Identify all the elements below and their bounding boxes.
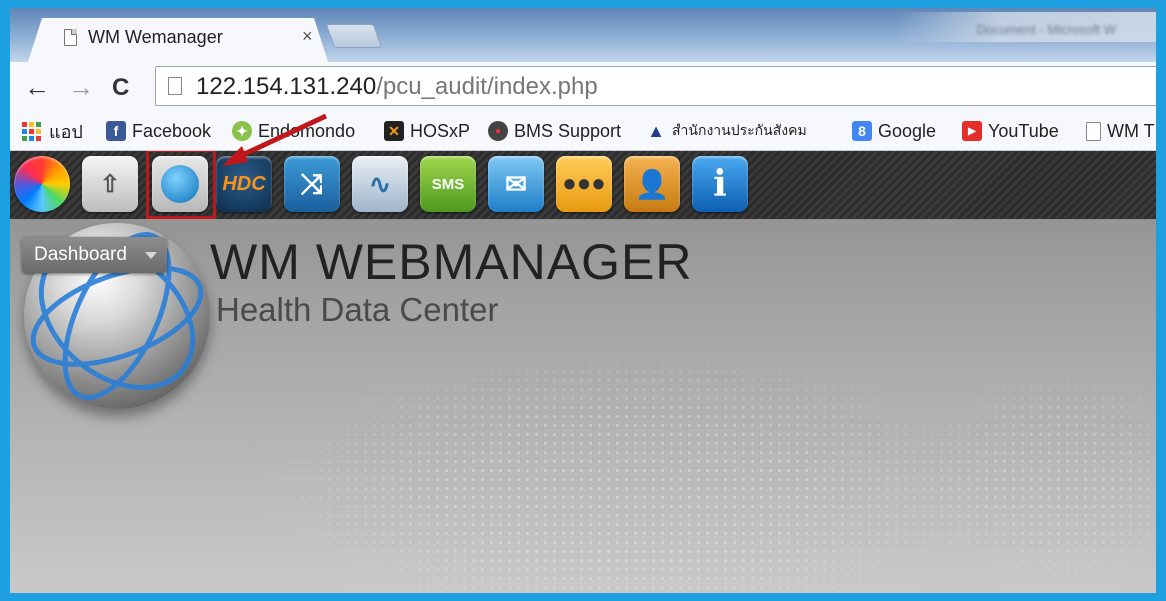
tab-close-icon[interactable]: ×: [302, 26, 313, 47]
address-bar[interactable]: 122.154.131.240/pcu_audit/index.php: [155, 66, 1156, 106]
bookmark-sso[interactable]: ▲ สำนักงานประกันสังคม: [646, 119, 807, 143]
monitor-pulse-icon[interactable]: ∿: [352, 156, 408, 212]
bookmarks-bar: แอป f Facebook ✦ Endomondo ✕ HOSxP ● BMS…: [10, 112, 1156, 151]
address-toolbar: ← → C 122.154.131.240/pcu_audit/index.ph…: [10, 62, 1156, 112]
bookmark-label: Google: [878, 120, 937, 141]
browser-window: WM Wemanager × Document - Microsoft W ← …: [10, 8, 1156, 593]
tab-strip: WM Wemanager × Document - Microsoft W: [10, 8, 1156, 62]
bookmark-endomondo[interactable]: ✦ Endomondo: [232, 119, 355, 143]
browser-tab[interactable]: WM Wemanager ×: [28, 18, 328, 62]
google-icon: 8: [852, 121, 872, 141]
page-icon: [1086, 121, 1101, 141]
facebook-icon: f: [106, 121, 126, 141]
bookmark-label: สำนักงานประกันสังคม: [672, 122, 807, 138]
page-icon: [64, 29, 77, 46]
bookmark-facebook[interactable]: f Facebook: [106, 119, 211, 143]
youtube-icon: ▶: [962, 121, 982, 141]
bookmark-label: Facebook: [132, 120, 212, 141]
users-group-icon[interactable]: ●●●: [556, 156, 612, 212]
url-text[interactable]: 122.154.131.240/pcu_audit/index.php: [196, 73, 598, 101]
bookmark-google[interactable]: 8 Google: [852, 119, 936, 143]
sso-icon: ▲: [647, 120, 665, 141]
url-host: 122.154.131.240: [196, 73, 377, 100]
app-icon-bar: ⇧ HDC ⤨ ∿ SMS ✉ ●●● 👤 i: [10, 151, 1156, 219]
url-path: /pcu_audit/index.php: [376, 73, 598, 100]
tab-title: WM Wemanager: [88, 27, 223, 47]
apps-icon: [22, 121, 41, 141]
bookmark-label: YouTube: [988, 120, 1059, 141]
bookmark-label: HOSxP: [410, 120, 471, 141]
new-tab-button[interactable]: [325, 24, 383, 48]
color-wheel-icon[interactable]: [14, 156, 70, 212]
hosxp-icon: ✕: [384, 121, 404, 141]
bookmark-label: BMS Support: [514, 120, 622, 141]
dashboard-label: Dashboard: [34, 244, 127, 265]
bms-icon: ●: [488, 121, 508, 141]
forward-button[interactable]: →: [68, 72, 94, 103]
chevron-down-icon: [144, 252, 157, 259]
bookmark-youtube[interactable]: ▶ YouTube: [962, 119, 1059, 143]
router-icon[interactable]: ⇧: [82, 156, 138, 212]
bookmark-label: WM T: [1107, 120, 1155, 141]
bookmark-label: Endomondo: [258, 120, 356, 141]
hdc-icon[interactable]: HDC: [216, 156, 272, 212]
back-button[interactable]: ←: [24, 72, 50, 103]
bookmark-bms[interactable]: ● BMS Support: [488, 119, 621, 143]
bookmark-apps[interactable]: แอป: [22, 119, 83, 143]
mail-icon[interactable]: ✉: [488, 156, 544, 212]
info-icon[interactable]: i: [692, 156, 748, 212]
sms-icon[interactable]: SMS: [420, 156, 476, 212]
bookmark-label: แอป: [49, 121, 83, 142]
page-icon: [168, 77, 182, 95]
endomondo-icon: ✦: [232, 121, 252, 141]
brand-title: WM WEBMANAGER: [210, 234, 693, 290]
brand-subtitle: Health Data Center: [216, 291, 499, 328]
window-title: Document - Microsoft W: [976, 22, 1116, 37]
bookmark-hosxp[interactable]: ✕ HOSxP: [384, 119, 470, 143]
web-page: ⇧ HDC ⤨ ∿ SMS ✉ ●●● 👤 i Dashboard WM WEB…: [10, 151, 1156, 593]
dashboard-dropdown[interactable]: Dashboard: [22, 237, 167, 273]
transfer-icon[interactable]: ⤨: [284, 156, 340, 212]
highlight-box: [146, 151, 216, 219]
bookmark-wm[interactable]: WM T: [1086, 119, 1155, 143]
reload-button[interactable]: C: [112, 74, 129, 102]
contact-icon[interactable]: 👤: [624, 156, 680, 212]
